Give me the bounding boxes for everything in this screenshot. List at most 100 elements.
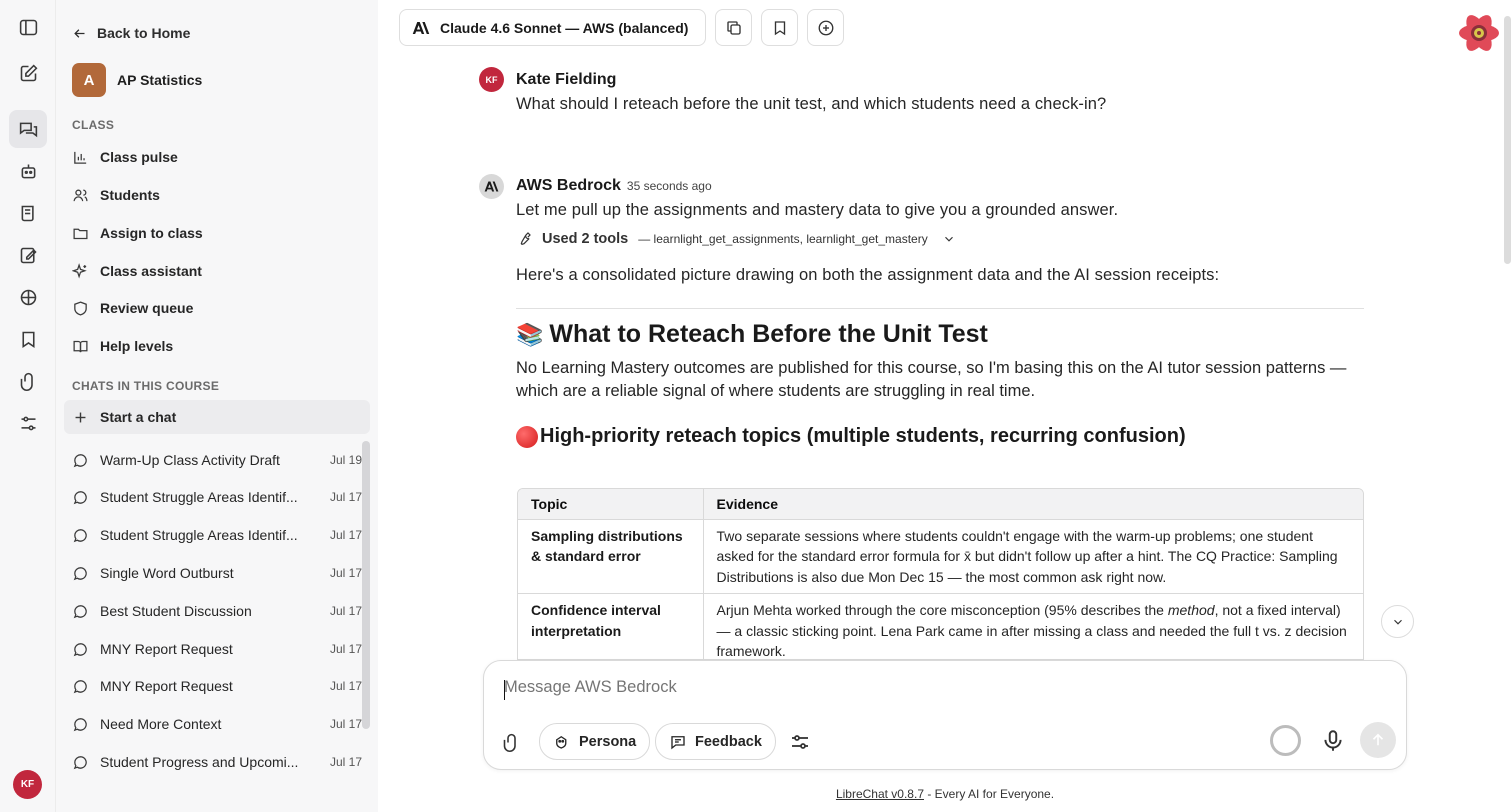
chat-title: Need More Context [100,716,222,732]
chat-list-item[interactable]: MNY Report Request Jul 17 [64,669,362,703]
response-heading: 📚 What to Reteach Before the Unit Test [516,320,988,349]
memories-icon[interactable] [9,278,47,316]
books-emoji: 📚 [516,321,544,347]
chat-bubble-icon [73,717,87,731]
section-divider [516,308,1364,309]
chat-date: Jul 17 [329,755,362,769]
loading-spinner [1270,725,1301,756]
user-avatar[interactable]: KF [13,770,42,799]
evidence-text: Arjun Mehta worked through the core misc… [716,602,1168,618]
chat-list-item[interactable]: Student Struggle Areas Identif... Jul 17 [64,480,362,514]
attach-file-button[interactable] [498,729,524,755]
chat-title: MNY Report Request [100,641,233,657]
nav-class-assistant[interactable]: Class assistant [64,254,370,288]
chat-date: Jul 17 [329,490,362,504]
course-badge: A [72,63,106,97]
evidence-emphasis: method [1167,602,1215,618]
nav-label: Class assistant [100,263,202,279]
chat-list-item[interactable]: Student Progress and Upcomi... Jul 17 [64,745,362,779]
nav-review-queue[interactable]: Review queue [64,291,370,325]
table-row: Sampling distributions & standard error … [518,519,1363,594]
folder-icon [73,228,88,239]
agents-icon[interactable] [9,152,47,190]
sliders-icon[interactable] [788,730,812,754]
chat-title: Best Student Discussion [100,603,252,619]
tool-calls-toggle[interactable]: Used 2 tools — learnlight_get_assignment… [516,231,956,247]
evidence-cell: Two separate sessions where students cou… [703,519,1363,594]
nav-help-levels[interactable]: Help levels [64,329,370,363]
app-logo-icon[interactable] [1457,11,1501,55]
chat-list-item[interactable]: MNY Report Request Jul 17 [64,632,362,666]
user-message-author: Kate Fielding [516,71,617,88]
back-label: Back to Home [97,25,191,41]
user-message-text: What should I reteach before the unit te… [516,95,1107,113]
chat-list-item[interactable]: Best Student Discussion Jul 17 [64,594,362,628]
feedback-icon [671,735,685,749]
shield-icon [74,300,87,316]
nav-label: Review queue [100,300,194,316]
response-subheading: High-priority reteach topics (multiple s… [516,425,1186,448]
prompts-icon[interactable] [9,194,47,232]
paperclip-icon [503,733,516,752]
send-button[interactable] [1360,722,1396,758]
chat-list-item[interactable]: Student Struggle Areas Identif... Jul 17 [64,518,362,552]
topic-cell: Sampling distributions & standard error [518,519,704,594]
nav-label: Assign to class [100,225,203,241]
chat-title: Warm-Up Class Activity Draft [100,452,280,468]
chat-date: Jul 17 [329,604,362,618]
copy-conversation-button[interactable] [715,9,752,46]
chat-title: Student Struggle Areas Identif... [100,527,298,543]
nav-label: Students [100,187,160,203]
chat-bubble-icon [73,566,87,580]
chat-bubble-icon [73,604,87,618]
start-chat-button[interactable]: Start a chat [64,400,370,434]
sidebar-scrollbar[interactable] [362,441,370,729]
scroll-to-bottom-button[interactable] [1381,605,1414,638]
message-input[interactable] [504,678,1204,697]
arrow-left-icon [74,28,85,38]
librechat-version-link[interactable]: LibreChat v0.8.7 [836,787,924,801]
model-label: Claude 4.6 Sonnet — AWS (balanced) [440,19,689,36]
persona-button[interactable]: Persona [539,723,651,760]
bookmark-icon[interactable] [9,320,47,358]
topic-cell: Confidence interval interpretation [518,593,704,659]
back-to-home-link[interactable]: Back to Home [72,22,190,44]
chat-bubble-icon [73,642,87,656]
assistant-message-avatar [479,174,504,199]
sidebar-toggle-icon[interactable] [9,8,47,46]
new-chat-icon[interactable] [9,54,47,92]
assistant-name: AWS Bedrock [516,177,621,194]
nav-class-pulse[interactable]: Class pulse [64,140,370,174]
start-chat-label: Start a chat [100,409,177,425]
chat-list-item[interactable]: Warm-Up Class Activity Draft Jul 19 [64,443,362,477]
message-composer: Persona Feedback [483,660,1407,770]
new-chat-button[interactable] [807,9,844,46]
bar-chart-icon [74,151,87,164]
nav-students[interactable]: Students [64,178,370,212]
microphone-icon[interactable] [1320,728,1346,754]
main-scrollbar[interactable] [1504,16,1511,264]
chat-list-item[interactable]: Need More Context Jul 17 [64,707,362,741]
chat-bubble-icon [73,528,87,542]
users-icon [73,189,88,201]
paperclip-icon[interactable] [9,362,47,400]
assistant-intro-text: Let me pull up the assignments and maste… [516,201,1119,219]
evidence-cell: Arjun Mehta worked through the core misc… [703,593,1363,659]
model-selector-button[interactable]: Claude 4.6 Sonnet — AWS (balanced) [399,9,706,46]
chat-list-item[interactable]: Single Word Outburst Jul 17 [64,556,362,590]
assignments-icon[interactable] [9,236,47,274]
feedback-button[interactable]: Feedback [655,723,776,760]
chats-icon[interactable] [9,110,47,148]
chat-date: Jul 19 [329,453,362,467]
table-header-cell: Evidence [703,489,1363,520]
book-open-icon [73,340,88,352]
assistant-message-header: AWS Bedrock 35 seconds ago [516,177,712,195]
response-paragraph: No Learning Mastery outcomes are publish… [516,359,1347,400]
bookmark-button[interactable] [761,9,798,46]
table-header-row: Topic Evidence [518,489,1363,520]
nav-assign-to-class[interactable]: Assign to class [64,216,370,250]
controls-icon[interactable] [9,404,47,442]
user-message-avatar: KF [479,67,504,92]
top-toolbar: Claude 4.6 Sonnet — AWS (balanced) [399,9,844,46]
anthropic-icon [412,21,430,34]
